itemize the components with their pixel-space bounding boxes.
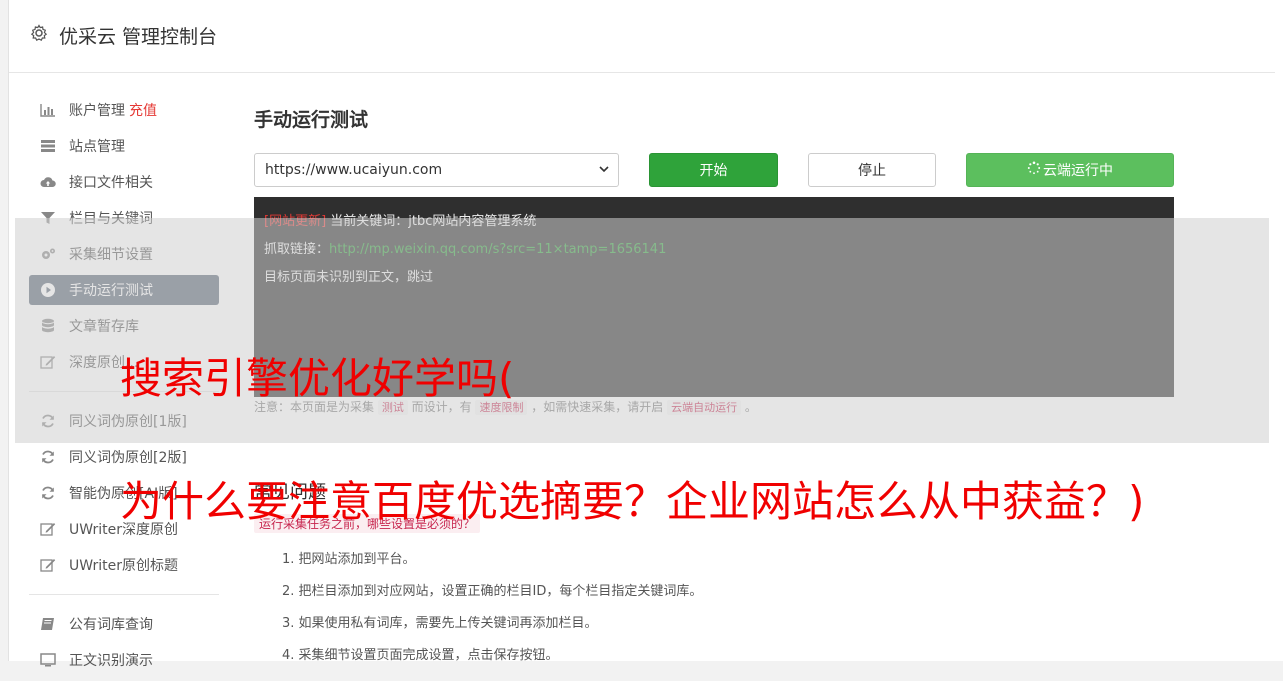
gear-icon <box>30 24 48 42</box>
sidebar-item-collect-settings[interactable]: 采集细节设置 <box>29 239 219 269</box>
notice-text: 注意：本页面是为采集 <box>254 400 378 414</box>
edit-icon <box>39 521 57 537</box>
speed-notice: 注意：本页面是为采集 测试 而设计，有 速度限制 ，如需快速采集，请开启 云端自… <box>254 398 757 415</box>
cloud-run-button[interactable]: 云端运行中 <box>966 153 1174 187</box>
console-tag: [网站更新] <box>264 214 327 229</box>
play-circle-icon <box>39 282 57 298</box>
server-icon <box>39 138 57 154</box>
console-line: 目标页面未识别到正文，跳过 <box>264 267 1164 295</box>
refresh-icon <box>39 485 57 501</box>
sidebar-item-label: 同义词伪原创[2版] <box>69 450 187 466</box>
list-item: 4. 采集细节设置页面完成设置，点击保存按钮。 <box>282 648 559 663</box>
gears-icon <box>39 246 57 262</box>
sidebar-item-uwriter-title[interactable]: UWriter原创标题 <box>29 550 219 580</box>
sidebar-item-label: 账户管理 <box>69 103 125 119</box>
sidebar-item-sites[interactable]: 站点管理 <box>29 131 219 161</box>
console-line: 抓取链接：http://mp.weixin.qq.com/s?src=11×ta… <box>264 239 1164 267</box>
spinner-icon <box>1027 161 1041 179</box>
edit-icon <box>39 354 57 370</box>
faq-list: 1. 把网站添加到平台。 2. 把栏目添加到对应网站，设置正确的栏目ID，每个栏… <box>282 550 702 678</box>
url-select-value: https://www.ucaiyun.com <box>265 162 443 178</box>
edit-icon <box>39 557 57 573</box>
console-line: [网站更新] 当前关键词：jtbc网站内容管理系统 <box>264 211 1164 239</box>
sidebar-item-columns-keywords[interactable]: 栏目与关键词 <box>29 203 219 233</box>
sidebar-item-label: 站点管理 <box>69 139 125 155</box>
book-icon <box>39 616 57 632</box>
sidebar-item-uwriter-deep[interactable]: UWriter深度原创 <box>29 514 219 544</box>
sidebar-item-text-recognition[interactable]: 正文识别演示 <box>29 645 219 675</box>
page-title: 手动运行测试 <box>254 109 369 131</box>
sidebar-item-label: 同义词伪原创[1版] <box>69 414 187 430</box>
sidebar-item-label: 智能伪原创[AI版] <box>69 486 178 502</box>
stop-button[interactable]: 停止 <box>808 153 936 187</box>
console-label: 抓取链接： <box>264 242 330 257</box>
refresh-icon <box>39 413 57 429</box>
sidebar-item-public-lexicon[interactable]: 公有词库查询 <box>29 609 219 639</box>
sidebar-item-label: UWriter原创标题 <box>69 558 178 574</box>
start-button[interactable]: 开始 <box>649 153 778 187</box>
recharge-link[interactable]: 充值 <box>129 100 157 120</box>
cloud-run-label: 云端运行中 <box>1043 163 1113 179</box>
console-link[interactable]: http://mp.weixin.qq.com/s?src=11×tamp=16… <box>329 242 666 257</box>
notice-text: ，如需快速采集，请开启 <box>527 400 668 414</box>
sidebar-item-manual-run[interactable]: 手动运行测试 <box>29 275 219 305</box>
console-text: 当前关键词：jtbc网站内容管理系统 <box>326 214 537 229</box>
sidebar-item-label: 采集细节设置 <box>69 247 153 263</box>
faq-question: 运行采集任务之前，哪些设置是必须的？ <box>254 514 481 533</box>
sidebar-item-label: 文章暂存库 <box>69 319 139 335</box>
sidebar-divider <box>29 594 219 595</box>
sidebar-item-label: 深度原创... <box>69 355 139 371</box>
console-text: 目标页面未识别到正文，跳过 <box>264 270 434 285</box>
sidebar-item-label: 栏目与关键词 <box>69 211 153 227</box>
url-select[interactable]: https://www.ucaiyun.com <box>254 153 619 187</box>
top-bar: 优采云 管理控制台 <box>9 0 1275 73</box>
page: 优采云 管理控制台 账户管理 充值 站点管理 接口文件相关 栏目与关键词 采集细… <box>8 0 1283 669</box>
sidebar-item-label: 公有词库查询 <box>69 617 153 633</box>
notice-code: 速度限制 <box>475 400 528 415</box>
sidebar-divider <box>29 391 219 392</box>
run-console: [网站更新] 当前关键词：jtbc网站内容管理系统 抓取链接：http://mp… <box>254 197 1174 397</box>
sidebar-item-synonym-v2[interactable]: 同义词伪原创[2版] <box>29 442 219 472</box>
database-icon <box>39 318 57 334</box>
notice-text: 。 <box>741 400 757 414</box>
sidebar-item-label: 正文识别演示 <box>69 653 153 669</box>
sidebar-item-label: UWriter深度原创 <box>69 522 178 538</box>
cloud-upload-icon <box>39 174 57 190</box>
notice-text: 而设计，有 <box>407 400 476 414</box>
app-title: 优采云 管理控制台 <box>59 26 218 48</box>
sidebar-item-article-storage[interactable]: 文章暂存库 <box>29 311 219 341</box>
list-item: 3. 如果使用私有词库，需要先上传关键词再添加栏目。 <box>282 616 598 631</box>
sidebar-item-interface-files[interactable]: 接口文件相关 <box>29 167 219 197</box>
sidebar-item-account[interactable]: 账户管理 充值 <box>29 95 219 125</box>
faq-title: 常见问题 <box>254 482 326 503</box>
refresh-icon <box>39 449 57 465</box>
filter-icon <box>39 210 57 226</box>
notice-code: 云端自动运行 <box>667 400 742 415</box>
notice-code: 测试 <box>377 400 408 415</box>
sidebar-item-ai-pseudo-original[interactable]: 智能伪原创[AI版] <box>29 478 219 508</box>
bar-chart-icon <box>39 102 57 118</box>
list-item: 2. 把栏目添加到对应网站，设置正确的栏目ID，每个栏目指定关键词库。 <box>282 584 703 599</box>
sidebar-item-label: 手动运行测试 <box>69 283 153 299</box>
sidebar: 账户管理 充值 站点管理 接口文件相关 栏目与关键词 采集细节设置 手动运行测试… <box>29 95 219 681</box>
chevron-down-icon <box>598 163 610 178</box>
monitor-icon <box>39 652 57 668</box>
sidebar-item-label: 接口文件相关 <box>69 175 153 191</box>
sidebar-item-synonym-v1[interactable]: 同义词伪原创[1版] <box>29 406 219 436</box>
list-item: 1. 把网站添加到平台。 <box>282 552 416 567</box>
sidebar-item-deep-original[interactable]: 深度原创... <box>29 347 219 377</box>
